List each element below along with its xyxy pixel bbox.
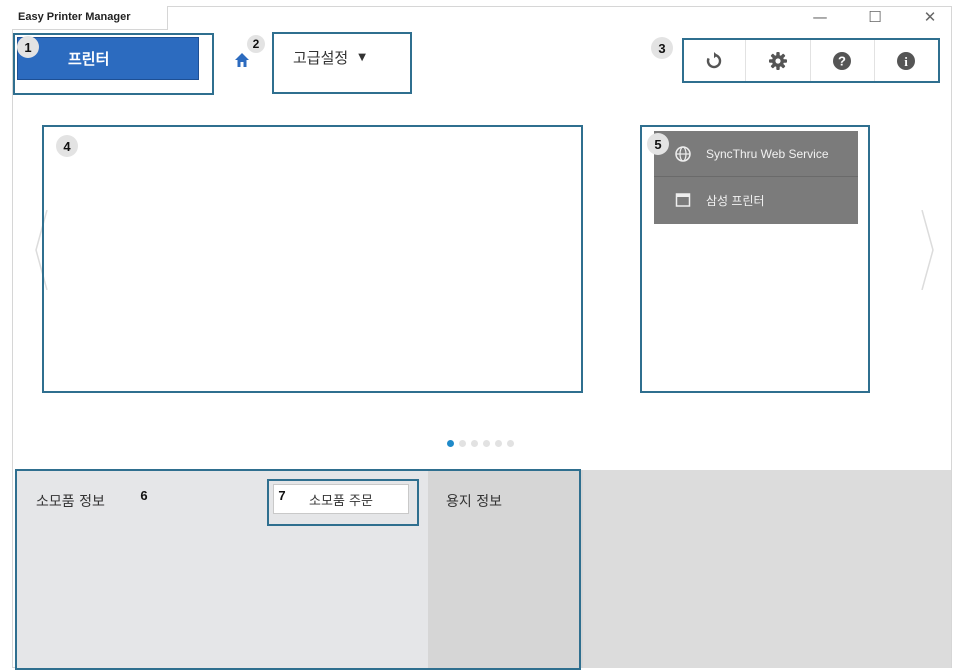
- callout-badge-2: 2: [247, 35, 265, 53]
- globe-icon: [674, 145, 692, 163]
- syncthru-web-service-item[interactable]: SyncThru Web Service: [654, 131, 858, 177]
- home-icon[interactable]: [234, 52, 250, 68]
- close-button[interactable]: ✕: [910, 6, 950, 28]
- main-panel: [42, 125, 583, 393]
- window-icon: [674, 191, 692, 209]
- help-button[interactable]: ?: [811, 40, 875, 81]
- info-icon: i: [897, 51, 916, 70]
- callout-badge-1: 1: [17, 36, 39, 58]
- window-title: Easy Printer Manager: [18, 11, 131, 23]
- pagination-dot[interactable]: [471, 440, 478, 447]
- settings-button[interactable]: [746, 40, 811, 81]
- chevron-down-icon: ▼: [358, 52, 366, 63]
- pagination-dot[interactable]: [507, 440, 514, 447]
- callout-badge-3: 3: [651, 37, 673, 59]
- info-button[interactable]: i: [875, 40, 938, 81]
- pagination-dot-active[interactable]: [447, 440, 454, 447]
- svg-text:?: ?: [838, 53, 846, 68]
- paper-info-label: 용지 정보: [446, 494, 502, 510]
- carousel-next-arrow[interactable]: [921, 210, 935, 290]
- callout-badge-7: 7: [278, 487, 286, 503]
- maximize-button[interactable]: ☐: [855, 6, 895, 28]
- callout-badge-5: 5: [647, 133, 669, 155]
- toolbar: ? i: [682, 40, 938, 81]
- pagination-dot[interactable]: [495, 440, 502, 447]
- advanced-settings-dropdown[interactable]: 고급설정 ▼: [293, 47, 366, 68]
- pagination-dot[interactable]: [459, 440, 466, 447]
- refresh-icon: [706, 51, 721, 68]
- refresh-button[interactable]: [682, 40, 747, 81]
- empty-panel: [583, 470, 951, 668]
- samsung-printer-item[interactable]: 삼성 프린터: [654, 177, 858, 223]
- carousel-pagination: [447, 440, 514, 447]
- pagination-dot[interactable]: [483, 440, 490, 447]
- help-icon: ?: [833, 51, 852, 70]
- minimize-button[interactable]: —: [800, 6, 840, 28]
- callout-badge-4: 4: [56, 135, 78, 157]
- advanced-settings-label: 고급설정: [293, 49, 349, 67]
- syncthru-web-service-label: SyncThru Web Service: [706, 146, 829, 161]
- samsung-printer-label: 삼성 프린터: [706, 193, 765, 208]
- svg-text:i: i: [905, 54, 909, 69]
- callout-box-1: [13, 33, 214, 95]
- gear-icon: [768, 51, 787, 70]
- shortcut-menu: SyncThru Web Service 삼성 프린터: [654, 131, 858, 224]
